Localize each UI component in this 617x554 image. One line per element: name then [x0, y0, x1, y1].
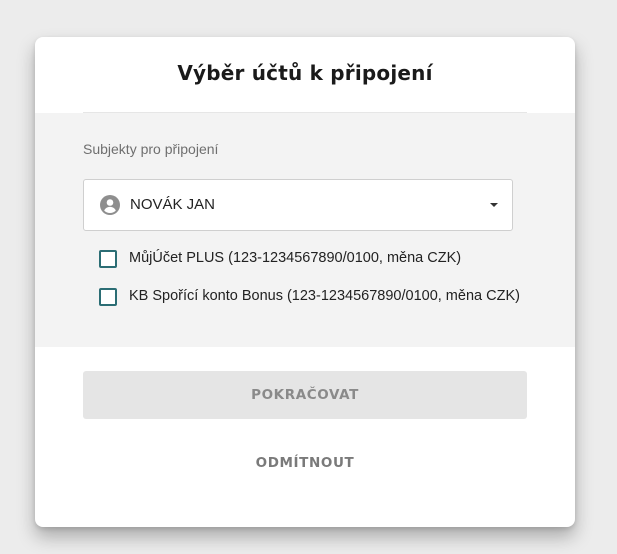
continue-button[interactable]: POKRAČOVAT — [83, 371, 527, 419]
subjects-label: Subjekty pro připojení — [83, 141, 219, 157]
decline-button[interactable]: ODMÍTNOUT — [205, 449, 405, 477]
account-label: KB Spořící konto Bonus (123-1234567890/0… — [129, 288, 520, 304]
chevron-down-icon — [490, 203, 498, 207]
account-selection-dialog: Výběr účtů k připojení Subjekty pro přip… — [35, 37, 575, 527]
subject-select[interactable]: NOVÁK JAN — [83, 179, 513, 231]
account-checkbox[interactable] — [99, 250, 117, 268]
subjects-section: Subjekty pro připojení NOVÁK JAN MůjÚčet… — [35, 113, 575, 347]
subject-select-value: NOVÁK JAN — [130, 196, 216, 213]
dialog-title: Výběr účtů k připojení — [177, 61, 433, 85]
account-checkbox[interactable] — [99, 288, 117, 306]
person-icon — [100, 195, 120, 215]
account-label: MůjÚčet PLUS (123-1234567890/0100, měna … — [129, 250, 462, 266]
